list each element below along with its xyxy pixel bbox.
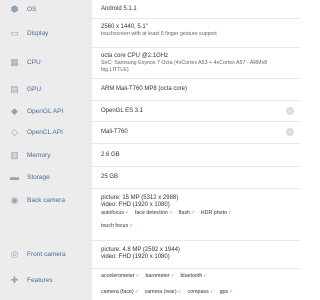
camera-icon: ◉ [10, 195, 19, 205]
android-icon: ⬢ [10, 4, 19, 14]
spec-row-back-camera: ◉ Back camera picture: 15 MP (5312 x 298… [0, 189, 300, 241]
spec-row-front-camera: ◎ Front camera picture: 4.8 MP (2592 x 1… [0, 241, 300, 269]
spec-label: CPU [27, 59, 41, 66]
check-icon: ✓ [168, 210, 174, 216]
spec-label: GPU [27, 86, 42, 93]
spec-row-memory: ▥ Memory 2.6 GB [0, 144, 300, 167]
spec-row-display: ▭ Display 2560 x 1440, 5.1" touchscreen … [0, 19, 300, 48]
opencl-icon: ◇ [11, 127, 18, 137]
check-icon: ✓ [190, 210, 196, 216]
spec-value: 2.6 GB [101, 152, 120, 158]
gpu-icon: ▤ [10, 84, 19, 94]
memory-icon: ▥ [10, 150, 19, 160]
feature-item: camera (face)✓ [101, 289, 139, 295]
spec-label: Memory [27, 152, 51, 159]
chevron-down-icon[interactable]: ⌄ [286, 107, 294, 115]
spec-label: Front camera [27, 251, 66, 258]
spec-label-cell: ▦ CPU [0, 48, 92, 78]
spec-label: OS [27, 6, 37, 13]
spec-label-cell: ◎ Front camera [0, 241, 92, 268]
front-camera-icon: ◎ [10, 249, 19, 259]
check-icon: ✓ [203, 273, 208, 279]
camera-video: video: FHD (1920 x 1080) [101, 202, 170, 208]
camera-picture: picture: 4.8 MP (2592 x 1944) [101, 247, 180, 253]
check-icon: ✓ [170, 273, 175, 279]
spec-label-cell: ◉ Back camera [0, 189, 92, 240]
check-icon: ✓ [177, 289, 182, 295]
spec-value: Mali-T760 [101, 129, 128, 135]
check-icon: ✓ [124, 210, 130, 216]
spec-label: OpenGL API [27, 108, 64, 115]
spec-label-cell: ▤ GPU [0, 79, 92, 100]
feature-item: face detection✓ [134, 210, 174, 216]
feature-item: HDR photo✓ [200, 210, 233, 216]
check-icon: ✓ [135, 273, 140, 279]
feature-item: flash✓ [178, 210, 196, 216]
check-icon: ✓ [134, 289, 139, 295]
spec-label: Storage [27, 174, 50, 181]
feature-item: compass✓ [187, 289, 214, 295]
spec-label-cell: ✚ Features [0, 269, 92, 300]
spec-label-cell: ◇ OpenCL API [0, 122, 92, 143]
spec-label-cell: ▥ Memory [0, 144, 92, 166]
spec-row-opencl-api[interactable]: ◇ OpenCL API Mali-T760 ⌄ [0, 122, 300, 144]
check-icon: ✓ [228, 210, 233, 216]
display-icon: ▭ [10, 28, 19, 38]
spec-row-opengl-api[interactable]: ◆ OpenGL API OpenGL ES 3.1 ⌄ [0, 101, 300, 122]
opengl-icon: ◆ [11, 106, 18, 116]
spec-label: Back camera [27, 197, 65, 204]
feature-item: barometer✓ [145, 273, 175, 279]
spec-row-gpu: ▤ GPU ARM Mali-T760 MP8 (octa core) [0, 79, 300, 101]
spec-value: Android 5.1.1 [101, 6, 137, 12]
feature-item: bluetooth✓ [180, 273, 208, 279]
spec-label-cell: ▭ Display [0, 19, 92, 47]
feature-item: camera (rear)✓ [144, 289, 182, 295]
chevron-down-icon[interactable]: ⌄ [286, 128, 294, 136]
feature-item: gps✓ [219, 289, 234, 295]
spec-row-cpu: ▦ CPU octa core CPU @2.1GHz SoC: Samsung… [0, 48, 300, 79]
cpu-icon: ▦ [10, 57, 19, 67]
spec-subvalue: SoC: Samsung Exynos 7 Octa (4xCortex A53… [101, 60, 268, 73]
spec-value: 25 GB [101, 174, 119, 180]
feature-item: touch focus✓ [101, 223, 134, 229]
camera-video: video: FHD (1920 x 1080) [101, 254, 170, 260]
check-icon: ✓ [129, 223, 134, 229]
spec-row-os: ⬢ OS Android 5.1.1 [0, 0, 300, 19]
spec-value: OpenGL ES 3.1 [101, 108, 144, 114]
feature-item: accelerometer✓ [101, 273, 140, 279]
check-icon: ✓ [209, 289, 214, 295]
spec-label-cell: ▬ Storage [0, 167, 92, 188]
spec-label: Features [27, 277, 53, 284]
feature-item: autofocus✓ [101, 210, 130, 216]
spec-label-cell: ◆ OpenGL API [0, 101, 92, 121]
features-icon: ✚ [10, 275, 19, 285]
camera-picture: picture: 15 MP (5312 x 2988) [101, 195, 179, 201]
spec-value: ARM Mali-T760 MP8 (octa core) [101, 86, 188, 92]
spec-value: octa core CPU @2.1GHz [101, 53, 169, 59]
spec-value: 2560 x 1440, 5.1" [101, 24, 148, 30]
check-icon: ✓ [229, 289, 234, 295]
spec-label: OpenCL API [27, 129, 63, 136]
spec-subvalue: touchscreen with at least 5 finger gestu… [101, 31, 217, 37]
spec-label-cell: ⬢ OS [0, 0, 92, 18]
spec-label: Display [27, 30, 49, 37]
storage-icon: ▬ [10, 172, 19, 182]
spec-row-storage: ▬ Storage 25 GB [0, 167, 300, 189]
spec-row-features: ✚ Features accelerometer✓ barometer✓ blu… [0, 269, 300, 300]
